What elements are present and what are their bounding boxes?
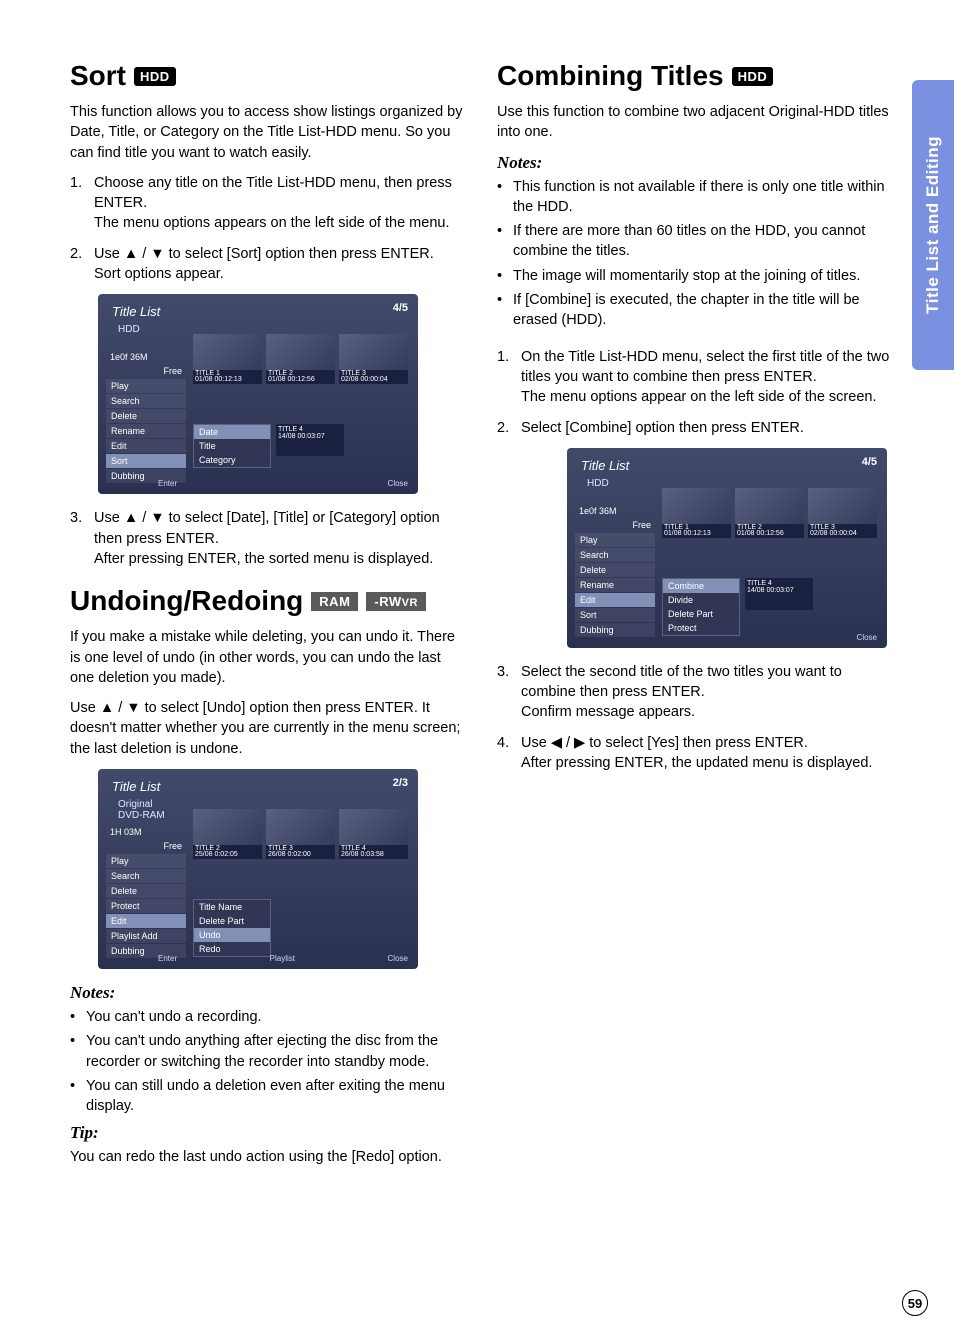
sort-screenshot: Title List 4/5 HDD 1e0f 36M Free Play Se… [98, 294, 418, 494]
undo-intro: If you make a mistake while deleting, yo… [70, 627, 467, 688]
undo-title-text: Undoing/Redoing [70, 585, 303, 617]
combine-step-3: 3. Select the second title of the two ti… [497, 662, 894, 723]
undo-notes-title: Notes: [70, 983, 467, 1003]
sort-step-1-text: Choose any title on the Title List-HDD m… [94, 173, 467, 214]
hdd-badge: HDD [134, 67, 176, 86]
undo-heading: Undoing/Redoing RAM -RWVR [70, 585, 467, 617]
undo-use: Use ▲ / ▼ to select [Undo] option then p… [70, 698, 467, 759]
combine-note-3: The image will momentarily stop at the j… [513, 266, 894, 286]
combine-screenshot: Title List 4/5 HDD 1e0f 36M Free Play Se… [567, 448, 887, 648]
sort-step-3: 3. Use ▲ / ▼ to select [Date], [Title] o… [70, 508, 467, 569]
sort-step-1-sub: The menu options appears on the left sid… [94, 213, 467, 233]
rwvr-badge: -RWVR [366, 592, 426, 611]
combine-intro: Use this function to combine two adjacen… [497, 102, 894, 143]
undo-tip: You can redo the last undo action using … [70, 1147, 467, 1167]
page-number: 59 [902, 1290, 928, 1316]
sort-title-text: Sort [70, 60, 126, 92]
undo-note-3: You can still undo a deletion even after… [86, 1076, 467, 1117]
undo-screenshot: Title List 2/3 OriginalDVD-RAM 1H 03M Fr… [98, 769, 418, 969]
sort-step-2: 2. Use ▲ / ▼ to select [Sort] option the… [70, 244, 467, 285]
hdd-badge-2: HDD [732, 67, 774, 86]
combine-title-text: Combining Titles [497, 60, 724, 92]
sort-intro: This function allows you to access show … [70, 102, 467, 163]
undo-tip-title: Tip: [70, 1123, 467, 1143]
combine-note-1: This function is not available if there … [513, 177, 894, 218]
undo-note-1: You can't undo a recording. [86, 1007, 467, 1027]
section-side-tab: Title List and Editing [912, 80, 954, 370]
undo-note-2: You can't undo anything after ejecting t… [86, 1031, 467, 1072]
combine-note-2: If there are more than 60 titles on the … [513, 221, 894, 262]
combine-step-4: 4. Use ◀ / ▶ to select [Yes] then press … [497, 733, 894, 774]
sort-step-3-text: Use ▲ / ▼ to select [Date], [Title] or [… [94, 508, 467, 549]
sort-step-3-sub: After pressing ENTER, the sorted menu is… [94, 549, 467, 569]
left-column: Sort HDD This function allows you to acc… [70, 60, 467, 1177]
combine-heading: Combining Titles HDD [497, 60, 894, 92]
combine-step-2: 2. Select [Combine] option then press EN… [497, 418, 894, 438]
combine-step-1: 1. On the Title List-HDD menu, select th… [497, 347, 894, 408]
sort-heading: Sort HDD [70, 60, 467, 92]
sort-step-2-sub: Sort options appear. [94, 264, 467, 284]
ram-badge: RAM [311, 592, 358, 611]
sort-step-1: 1. Choose any title on the Title List-HD… [70, 173, 467, 234]
right-column: Combining Titles HDD Use this function t… [497, 60, 894, 1177]
sort-step-2-text: Use ▲ / ▼ to select [Sort] option then p… [94, 244, 467, 264]
combine-note-4: If [Combine] is executed, the chapter in… [513, 290, 894, 331]
combine-notes-title: Notes: [497, 153, 894, 173]
